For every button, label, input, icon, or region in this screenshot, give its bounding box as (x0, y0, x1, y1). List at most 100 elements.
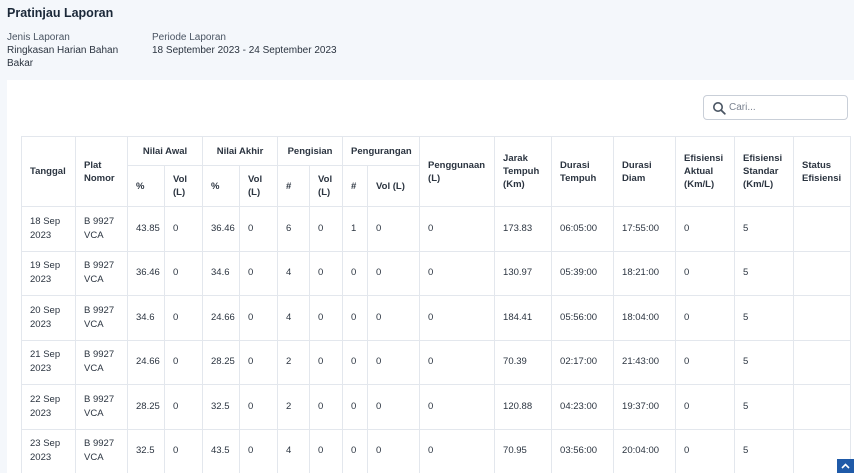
cell-jarak: 120.88 (494, 384, 553, 430)
cell-ef-standar: 5 (734, 428, 795, 473)
cell-awal-vol: 0 (163, 250, 204, 296)
cell-kurang-num: 0 (342, 250, 369, 296)
cell-kurang-vol: 0 (367, 428, 421, 473)
cell-akhir-vol: 0 (239, 295, 279, 341)
cell-akhir-pct: 24.66 (202, 295, 241, 341)
cell-kurang-vol: 0 (367, 339, 421, 385)
col-header-durasi-diam[interactable]: Durasi Diam (613, 136, 677, 207)
report-type-value: Ringkasan Harian Bahan Bakar (7, 45, 119, 69)
cell-isi-num: 4 (277, 250, 311, 296)
cell-penggunaan: 0 (419, 339, 496, 385)
cell-tanggal: 22 Sep 2023 (21, 384, 76, 430)
cell-penggunaan: 0 (419, 295, 496, 341)
cell-isi-vol: 0 (309, 339, 344, 385)
cell-akhir-pct: 28.25 (202, 339, 241, 385)
cell-status (793, 206, 852, 252)
cell-durasi-tempuh: 02:17:00 (551, 339, 615, 385)
col-header-awal-pct[interactable]: % (127, 165, 165, 207)
cell-status (793, 295, 852, 341)
col-header-pengisian: Pengisian (277, 136, 344, 166)
col-header-kurang-vol[interactable]: Vol (L) (367, 165, 421, 207)
cell-kurang-vol: 0 (367, 250, 421, 296)
cell-awal-pct: 43.85 (127, 206, 165, 252)
cell-isi-num: 6 (277, 206, 311, 252)
cell-ef-aktual: 0 (675, 250, 736, 296)
cell-durasi-tempuh: 06:05:00 (551, 206, 615, 252)
cell-durasi-diam: 21:43:00 (613, 339, 677, 385)
cell-isi-vol: 0 (309, 250, 344, 296)
cell-tanggal: 20 Sep 2023 (21, 295, 76, 341)
cell-akhir-pct: 32.5 (202, 384, 241, 430)
cell-ef-aktual: 0 (675, 295, 736, 341)
cell-akhir-pct: 43.5 (202, 428, 241, 473)
cell-jarak: 130.97 (494, 250, 553, 296)
report-period-value: 18 September 2023 - 24 September 2023 (152, 45, 337, 56)
col-header-isi-num[interactable]: # (277, 165, 311, 207)
cell-plat: B 9927 VCA (75, 428, 128, 473)
cell-ef-standar: 5 (734, 250, 795, 296)
cell-ef-aktual: 0 (675, 206, 736, 252)
col-header-penggunaan[interactable]: Penggunaan (L) (419, 136, 496, 207)
cell-ef-standar: 5 (734, 206, 795, 252)
cell-awal-vol: 0 (163, 428, 204, 473)
cell-status (793, 339, 852, 385)
cell-plat: B 9927 VCA (75, 339, 128, 385)
cell-awal-pct: 28.25 (127, 384, 165, 430)
col-header-isi-vol[interactable]: Vol (L) (309, 165, 344, 207)
cell-akhir-vol: 0 (239, 206, 279, 252)
cell-awal-pct: 24.66 (127, 339, 165, 385)
report-type-label: Jenis Laporan (7, 32, 70, 43)
cell-jarak: 70.95 (494, 428, 553, 473)
col-header-nilai-akhir: Nilai Akhir (202, 136, 279, 166)
cell-awal-vol: 0 (163, 384, 204, 430)
col-header-efisiensi-standar[interactable]: Efisiensi Standar (Km/L) (734, 136, 795, 207)
col-header-akhir-pct[interactable]: % (202, 165, 241, 207)
table-row: 21 Sep 2023 B 9927 VCA 24.66 0 28.25 0 2 0 0 0 0 70… (21, 339, 852, 385)
page-title: Pratinjau Laporan (7, 6, 114, 20)
col-header-awal-vol[interactable]: Vol (L) (163, 165, 204, 207)
col-header-plat-nomor[interactable]: Plat Nomor (75, 136, 128, 207)
search-input[interactable] (729, 99, 841, 116)
table-body: 18 Sep 2023 B 9927 VCA 43.85 0 36.46 0 6 0 1 0 0 17… (21, 206, 852, 473)
col-header-efisiensi-aktual[interactable]: Efisiensi Aktual (Km/L) (675, 136, 736, 207)
table-row: 22 Sep 2023 B 9927 VCA 28.25 0 32.5 0 2 0 0 0 0 120… (21, 384, 852, 430)
cell-isi-num: 4 (277, 428, 311, 473)
cell-kurang-num: 0 (342, 339, 369, 385)
report-period-label: Periode Laporan (152, 32, 226, 43)
col-header-tanggal[interactable]: Tanggal (21, 136, 76, 207)
cell-durasi-tempuh: 05:39:00 (551, 250, 615, 296)
cell-jarak: 70.39 (494, 339, 553, 385)
col-header-akhir-vol[interactable]: Vol (L) (239, 165, 279, 207)
table-row: 18 Sep 2023 B 9927 VCA 43.85 0 36.46 0 6 0 1 0 0 17… (21, 206, 852, 252)
cell-isi-vol: 0 (309, 428, 344, 473)
cell-durasi-diam: 17:55:00 (613, 206, 677, 252)
cell-ef-standar: 5 (734, 384, 795, 430)
cell-kurang-num: 1 (342, 206, 369, 252)
cell-tanggal: 23 Sep 2023 (21, 428, 76, 473)
cell-awal-vol: 0 (163, 339, 204, 385)
col-header-durasi-tempuh[interactable]: Durasi Tempuh (551, 136, 615, 207)
cell-plat: B 9927 VCA (75, 250, 128, 296)
cell-plat: B 9927 VCA (75, 206, 128, 252)
table-row: 19 Sep 2023 B 9927 VCA 36.46 0 34.6 0 4 0 0 0 0 130… (21, 250, 852, 296)
cell-ef-standar: 5 (734, 339, 795, 385)
cell-ef-aktual: 0 (675, 384, 736, 430)
cell-awal-pct: 32.5 (127, 428, 165, 473)
cell-awal-pct: 36.46 (127, 250, 165, 296)
cell-isi-num: 2 (277, 339, 311, 385)
cell-status (793, 250, 852, 296)
cell-isi-vol: 0 (309, 206, 344, 252)
cell-plat: B 9927 VCA (75, 384, 128, 430)
cell-durasi-tempuh: 03:56:00 (551, 428, 615, 473)
cell-kurang-num: 0 (342, 384, 369, 430)
cell-isi-num: 4 (277, 295, 311, 341)
search-box[interactable] (703, 95, 848, 120)
cell-durasi-tempuh: 05:56:00 (551, 295, 615, 341)
report-type: Jenis Laporan Ringkasan Harian Bahan Bak… (7, 31, 127, 70)
col-header-jarak-tempuh[interactable]: Jarak Tempuh (Km) (494, 136, 553, 207)
cell-durasi-diam: 19:37:00 (613, 384, 677, 430)
col-header-kurang-num[interactable]: # (342, 165, 369, 207)
col-header-status-efisiensi[interactable]: Status Efisiensi (793, 136, 852, 207)
scroll-top-button[interactable] (837, 459, 854, 473)
cell-awal-vol: 0 (163, 295, 204, 341)
